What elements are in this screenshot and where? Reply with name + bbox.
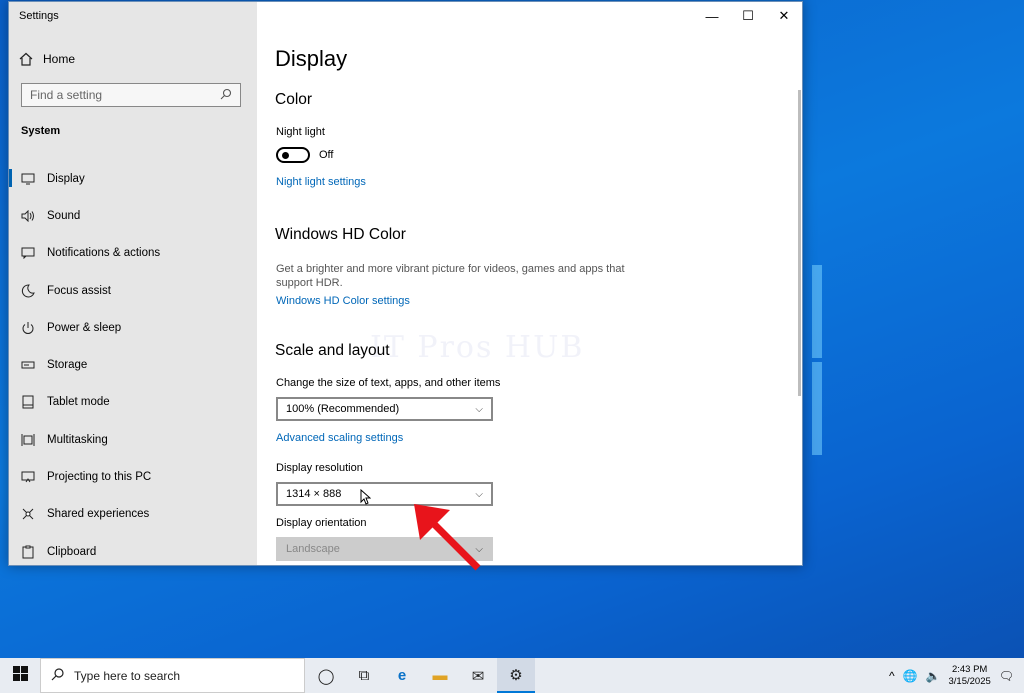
orientation-value: Landscape [286, 543, 340, 555]
chevron-down-icon: ⌵ [475, 403, 483, 415]
system-tray: ^ 🌐 🔈 2:43 PM 3/15/2025 🗨 [889, 658, 1024, 693]
resolution-value: 1314 × 888 [286, 488, 342, 500]
sidebar: Settings Home Find a setting System Disp… [9, 2, 257, 565]
sidebar-item-clipboard[interactable]: Clipboard [9, 533, 257, 565]
scale-dropdown[interactable]: 100% (Recommended) ⌵ [276, 397, 493, 421]
sidebar-item-tablet-mode[interactable]: Tablet mode [9, 384, 257, 421]
clipboard-icon [21, 545, 35, 559]
scrollbar[interactable] [798, 90, 801, 396]
clock[interactable]: 2:43 PM 3/15/2025 [949, 664, 991, 688]
gear-icon: ⚙ [509, 666, 523, 684]
sidebar-item-label: Display [47, 172, 85, 185]
home-label: Home [43, 52, 76, 66]
projecting-icon [21, 470, 35, 484]
sidebar-item-sound[interactable]: Sound [9, 197, 257, 234]
chevron-up-icon[interactable]: ^ [889, 669, 895, 683]
sidebar-item-power-sleep[interactable]: Power & sleep [9, 309, 257, 346]
sidebar-nav: Display Sound Notifications & actions Fo… [9, 160, 257, 565]
search-icon [220, 88, 232, 103]
night-light-settings-link[interactable]: Night light settings [276, 176, 366, 188]
volume-icon[interactable]: 🔈 [926, 669, 941, 683]
start-button[interactable] [0, 658, 40, 693]
share-icon [21, 507, 35, 521]
cortana-icon: ◯ [317, 667, 335, 685]
cortana-button[interactable]: ◯ [307, 658, 345, 693]
storage-icon [21, 358, 35, 372]
notification-icon [21, 246, 35, 260]
taskbar: Type here to search ◯ ⧉ e ▬ ✉ ⚙ ^ 🌐 🔈 2:… [0, 658, 1024, 693]
edge-icon: e [397, 667, 407, 684]
find-setting-input[interactable]: Find a setting [21, 83, 241, 107]
color-heading: Color [275, 91, 313, 108]
windows-logo-icon [12, 665, 28, 686]
hd-color-description: Get a brighter and more vibrant picture … [276, 263, 625, 289]
night-light-label: Night light [276, 126, 325, 138]
section-label: System [21, 125, 61, 137]
taskbar-search-placeholder: Type here to search [74, 668, 181, 683]
sidebar-item-label: Projecting to this PC [47, 471, 152, 484]
toggle-knob [282, 152, 289, 159]
tablet-icon [21, 395, 35, 409]
task-view-button[interactable]: ⧉ [345, 658, 383, 693]
sidebar-item-label: Sound [47, 209, 81, 222]
clock-date: 3/15/2025 [948, 675, 991, 687]
hd-color-heading: Windows HD Color [275, 226, 406, 243]
mail-icon: ✉ [471, 667, 485, 685]
monitor-icon [21, 172, 35, 186]
sidebar-item-display[interactable]: Display [9, 160, 257, 197]
sidebar-item-notifications[interactable]: Notifications & actions [9, 235, 257, 272]
sidebar-item-multitasking[interactable]: Multitasking [9, 421, 257, 458]
watermark: IT Pros HUB [370, 330, 585, 365]
edge-button[interactable]: e [383, 658, 421, 693]
mouse-cursor-icon [360, 488, 372, 508]
scale-label: Change the size of text, apps, and other… [276, 377, 501, 389]
sidebar-item-projecting[interactable]: Projecting to this PC [9, 458, 257, 495]
resolution-label: Display resolution [276, 462, 363, 474]
page-title: Display [275, 46, 348, 71]
sidebar-item-label: Power & sleep [47, 321, 122, 334]
sidebar-item-label: Notifications & actions [47, 247, 161, 260]
multitasking-icon [21, 433, 35, 447]
scale-value: 100% (Recommended) [286, 403, 400, 415]
settings-taskbar-button[interactable]: ⚙ [497, 658, 535, 693]
find-setting-placeholder: Find a setting [30, 88, 103, 102]
sidebar-item-storage[interactable]: Storage [9, 346, 257, 383]
speaker-icon [21, 209, 35, 223]
folder-icon: ▬ [432, 667, 448, 684]
settings-window: Settings Home Find a setting System Disp… [8, 1, 803, 566]
window-title: Settings [19, 10, 59, 22]
moon-icon [21, 284, 35, 298]
file-explorer-button[interactable]: ▬ [421, 658, 459, 693]
sidebar-item-focus-assist[interactable]: Focus assist [9, 272, 257, 309]
orientation-label: Display orientation [276, 517, 367, 529]
chevron-down-icon: ⌵ [475, 488, 483, 500]
night-light-toggle[interactable] [276, 147, 310, 163]
search-icon [51, 667, 64, 684]
scale-layout-heading: Scale and layout [275, 342, 390, 359]
clock-time: 2:43 PM [951, 663, 988, 675]
night-light-state: Off [319, 149, 334, 161]
home-icon [19, 52, 33, 66]
sidebar-item-label: Multitasking [47, 433, 108, 446]
sidebar-item-label: Shared experiences [47, 508, 150, 521]
sidebar-item-label: Focus assist [47, 284, 111, 297]
red-arrow-annotation [414, 504, 481, 571]
sidebar-item-label: Tablet mode [47, 396, 110, 409]
action-center-icon[interactable]: 🗨 [999, 669, 1014, 683]
hd-color-settings-link[interactable]: Windows HD Color settings [276, 295, 410, 307]
power-icon [21, 321, 35, 335]
advanced-scaling-link[interactable]: Advanced scaling settings [276, 432, 403, 444]
sidebar-item-label: Storage [47, 359, 88, 372]
sidebar-item-label: Clipboard [47, 545, 97, 558]
home-link[interactable]: Home [19, 52, 75, 66]
taskbar-search-box[interactable]: Type here to search [40, 658, 305, 693]
task-view-icon: ⧉ [358, 667, 370, 684]
mail-button[interactable]: ✉ [459, 658, 497, 693]
network-icon[interactable]: 🌐 [903, 669, 918, 683]
sidebar-item-shared-experiences[interactable]: Shared experiences [9, 496, 257, 533]
main-content: Display Color Night light Off Night ligh… [275, 2, 802, 565]
